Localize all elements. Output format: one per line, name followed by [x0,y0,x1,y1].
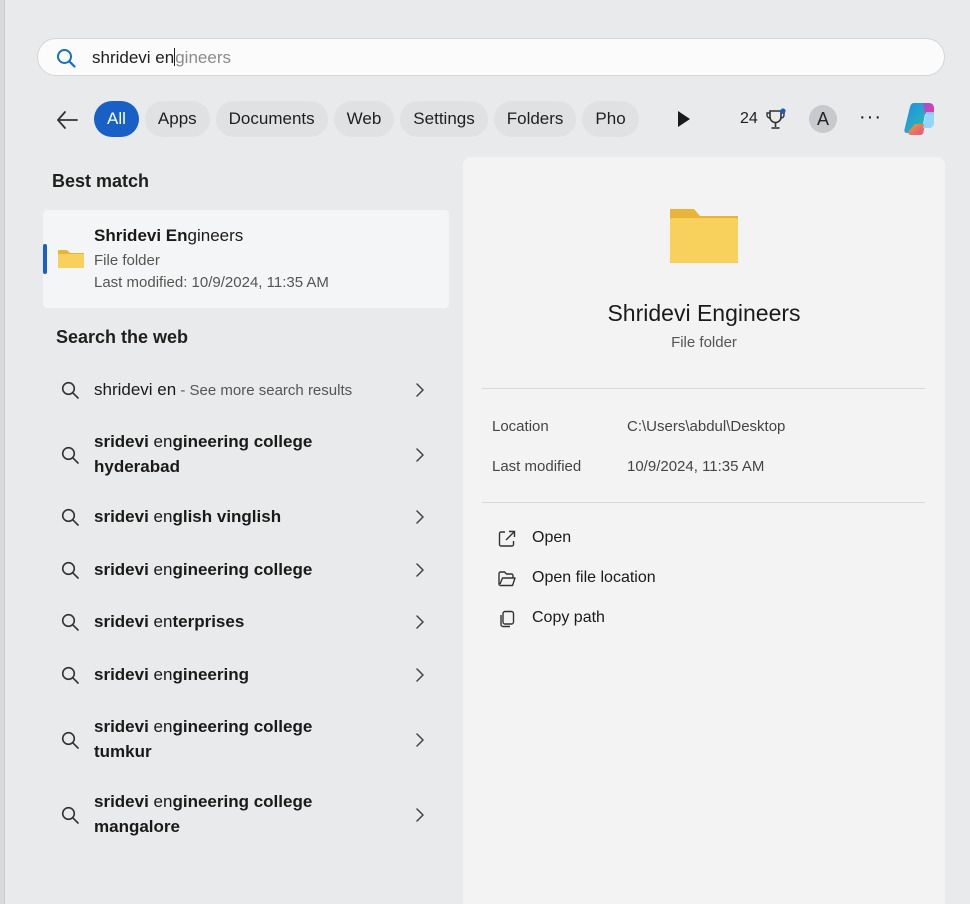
search-input[interactable]: shridevi engineers [92,48,231,68]
web-suggestion-text: sridevi engineering college hyderabad [94,432,313,476]
result-name: Shridevi Engineers [94,226,244,245]
modified-value: 10/9/2024, 11:35 AM [627,458,765,475]
web-suggestion[interactable]: sridevi english vinglish [43,504,449,530]
tab-documents[interactable]: Documents [215,101,328,137]
selection-indicator [43,244,47,274]
trophy-icon[interactable] [765,108,787,132]
folder-large-icon [670,209,738,263]
search-icon [61,613,79,631]
tab-folders[interactable]: Folders [493,101,577,137]
search-icon [61,731,79,749]
web-sub-text: - See more search results [176,382,353,399]
search-icon [61,806,79,824]
back-arrow-icon[interactable] [55,108,79,132]
web-suggestion[interactable]: sridevi engineering college mangalore [43,789,449,841]
chevron-right-icon [416,383,424,397]
folder-open-icon [498,571,516,587]
search-icon [61,381,79,399]
chevron-right-icon [416,448,424,462]
web-suggestion[interactable]: sridevi engineering [43,662,449,688]
web-suggestion-text: sridevi engineering college mangalore [94,792,313,836]
divider [482,502,925,503]
copy-icon [500,610,515,628]
play-icon[interactable] [676,110,692,128]
web-suggestion[interactable]: sridevi engineering college tumkur [43,714,449,766]
open-file-location-action[interactable]: Open file location [493,567,793,591]
search-typed-text: shridevi en [92,48,175,67]
web-suggestion[interactable]: sridevi enterprises [43,609,449,635]
search-icon [57,49,76,68]
best-match-heading: Best match [52,171,150,191]
chevron-right-icon [416,563,424,577]
open-label: Open [532,529,572,546]
web-suggestion-text: sridevi engineering [94,665,249,684]
search-autocomplete: gineers [175,48,231,67]
chevron-right-icon [416,510,424,524]
tab-photos[interactable]: Pho [582,101,639,137]
start-search-panel: shridevi engineers All Apps Documents Web Se… [4,0,970,904]
search-web-heading: Search the web [56,327,189,347]
web-suggestion[interactable]: sridevi engineering college [43,557,449,583]
filter-tabs: All Apps Documents Web Settings Folders Pho [94,101,652,139]
search-icon [61,561,79,579]
web-suggestion-text: sridevi english vinglish [94,507,282,526]
folder-icon [58,250,84,268]
web-result-see-more[interactable]: shridevi en - See more search results [43,376,449,404]
modified-label: Last modified [492,458,582,475]
copy-path-label: Copy path [532,609,605,626]
location-label: Location [492,418,549,435]
result-modified: Last modified: 10/9/2024, 11:35 AM [94,274,329,291]
copy-path-action[interactable]: Copy path [493,607,793,631]
divider [482,388,925,389]
copilot-icon[interactable] [901,100,939,138]
location-value: C:\Users\abdul\Desktop [627,418,786,435]
open-external-icon [498,530,516,547]
web-suggestion[interactable]: sridevi engineering college hyderabad [43,429,449,481]
preview-title: Shridevi Engineers [607,300,801,326]
chevron-right-icon [416,668,424,682]
chevron-right-icon [416,733,424,747]
web-query: shridevi en [94,380,177,399]
search-box[interactable]: shridevi engineers [37,38,945,76]
avatar[interactable]: A [809,105,837,133]
web-suggestion-text: sridevi engineering college tumkur [94,717,313,761]
web-suggestion-text: sridevi engineering college [94,560,313,579]
open-action[interactable]: Open [493,527,793,551]
preview-pane: Shridevi Engineers File folder Location … [463,157,945,904]
result-type: File folder [94,252,160,269]
tab-settings[interactable]: Settings [400,101,488,137]
best-match-result[interactable]: Shridevi Engineers File folder Last modi… [43,210,449,308]
preview-subtitle: File folder [671,334,737,351]
web-suggestion-text: sridevi enterprises [94,612,245,631]
tab-web[interactable]: Web [333,101,395,137]
chevron-right-icon [416,615,424,629]
tab-all[interactable]: All [94,101,139,137]
tab-apps[interactable]: Apps [144,101,210,137]
open-file-location-label: Open file location [532,569,656,586]
chevron-right-icon [416,808,424,822]
search-icon [61,508,79,526]
search-icon [61,446,79,464]
search-icon [61,666,79,684]
more-options-icon[interactable]: ··· [859,107,881,130]
rewards-points: 24 [740,110,758,127]
